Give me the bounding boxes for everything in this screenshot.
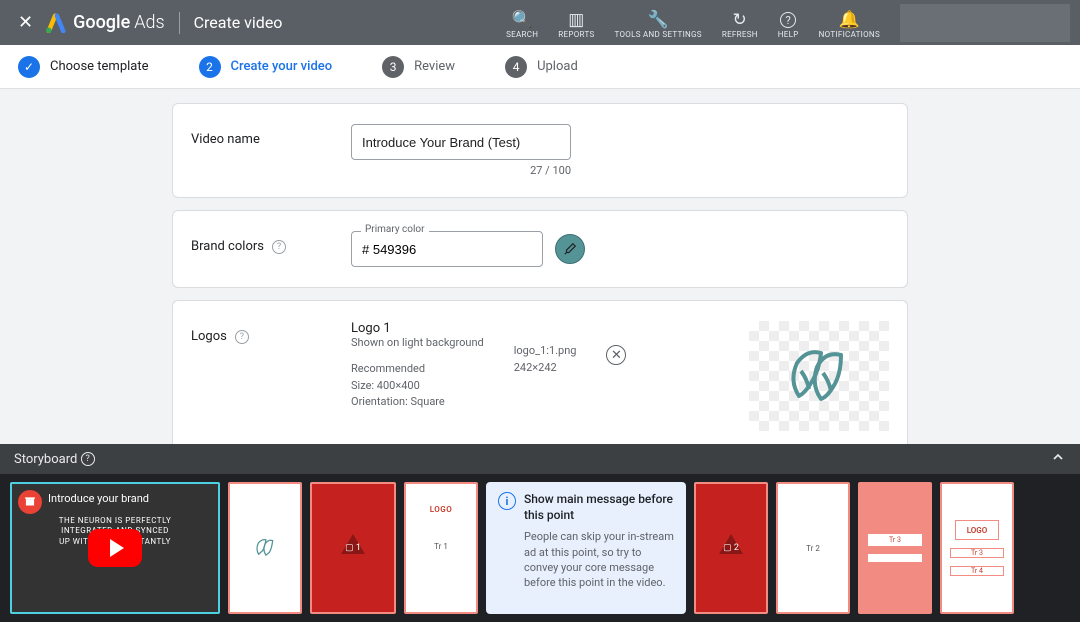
step-create-your-video[interactable]: 2Create your video bbox=[199, 56, 333, 78]
director-icon bbox=[18, 490, 42, 514]
storyboard-info-panel: i Show main message before this point Pe… bbox=[486, 482, 686, 614]
help-icon[interactable]: ? bbox=[81, 452, 95, 466]
logos-card: Logos ? Logo 1 Shown on light background… bbox=[172, 300, 908, 460]
storyboard-frame-logo-end[interactable]: LOGO Tr 3 Tr 4 bbox=[940, 482, 1014, 614]
primary-color-float-label: Primary color bbox=[361, 224, 429, 235]
account-area bbox=[900, 4, 1070, 42]
tools-and-settings-button[interactable]: 🔧TOOLS AND SETTINGS bbox=[605, 2, 712, 44]
help-icon[interactable]: ? bbox=[272, 240, 286, 254]
storyboard-header: Storyboard ? bbox=[0, 444, 1080, 474]
storyboard-frame-text-1[interactable]: LOGO Tr 1 bbox=[404, 482, 478, 614]
reports-button[interactable]: ▥REPORTS bbox=[548, 2, 604, 44]
close-icon[interactable]: ✕ bbox=[10, 12, 41, 33]
logo-file-info: logo_1:1.png 242×242 bbox=[514, 343, 577, 376]
step-upload[interactable]: 4Upload bbox=[505, 56, 578, 78]
storyboard-frame-logo[interactable] bbox=[228, 482, 302, 614]
char-count: 27 / 100 bbox=[351, 164, 571, 177]
video-name-label: Video name bbox=[191, 124, 351, 147]
help-icon[interactable]: ? bbox=[235, 330, 249, 344]
notifications-button[interactable]: 🔔NOTIFICATIONS bbox=[809, 2, 890, 44]
storyboard-frame-image-1[interactable]: ▢ 1 bbox=[310, 482, 396, 614]
search-button[interactable]: 🔍SEARCH bbox=[496, 2, 548, 44]
stepper: ✓Choose template 2Create your video 3Revie… bbox=[0, 45, 1080, 89]
info-icon: i bbox=[498, 492, 516, 510]
storyboard-frame-text-2[interactable]: Tr 2 bbox=[776, 482, 850, 614]
step-choose-template[interactable]: ✓Choose template bbox=[18, 56, 149, 78]
help-button[interactable]: ?HELP bbox=[768, 2, 809, 44]
storyboard-frame-text-3[interactable]: Tr 3 bbox=[858, 482, 932, 614]
collapse-storyboard-button[interactable] bbox=[1050, 449, 1066, 469]
color-picker-button[interactable] bbox=[555, 234, 585, 264]
video-name-input[interactable] bbox=[351, 124, 571, 160]
page-title: Create video bbox=[194, 13, 283, 32]
logos-label: Logos ? bbox=[191, 321, 351, 344]
storyboard-frame-image-2[interactable]: ▢ 2 bbox=[694, 482, 768, 614]
google-ads-logo: GoogleAds bbox=[45, 12, 165, 33]
logo-preview bbox=[749, 321, 889, 431]
refresh-button[interactable]: ↻REFRESH bbox=[712, 2, 768, 44]
brand-colors-card: Brand colors ? Primary color bbox=[172, 210, 908, 288]
logo-meta: Logo 1 Shown on light background Recomme… bbox=[351, 321, 484, 411]
primary-color-input[interactable] bbox=[351, 231, 543, 267]
storyboard-preview-frame[interactable]: Introduce your brand THE NEURON IS PERFE… bbox=[10, 482, 220, 614]
play-button[interactable] bbox=[88, 529, 142, 567]
brand-colors-label: Brand colors ? bbox=[191, 231, 351, 254]
video-name-card: Video name 27 / 100 bbox=[172, 103, 908, 198]
remove-logo-button[interactable]: ✕ bbox=[606, 345, 626, 365]
step-review[interactable]: 3Review bbox=[382, 56, 455, 78]
